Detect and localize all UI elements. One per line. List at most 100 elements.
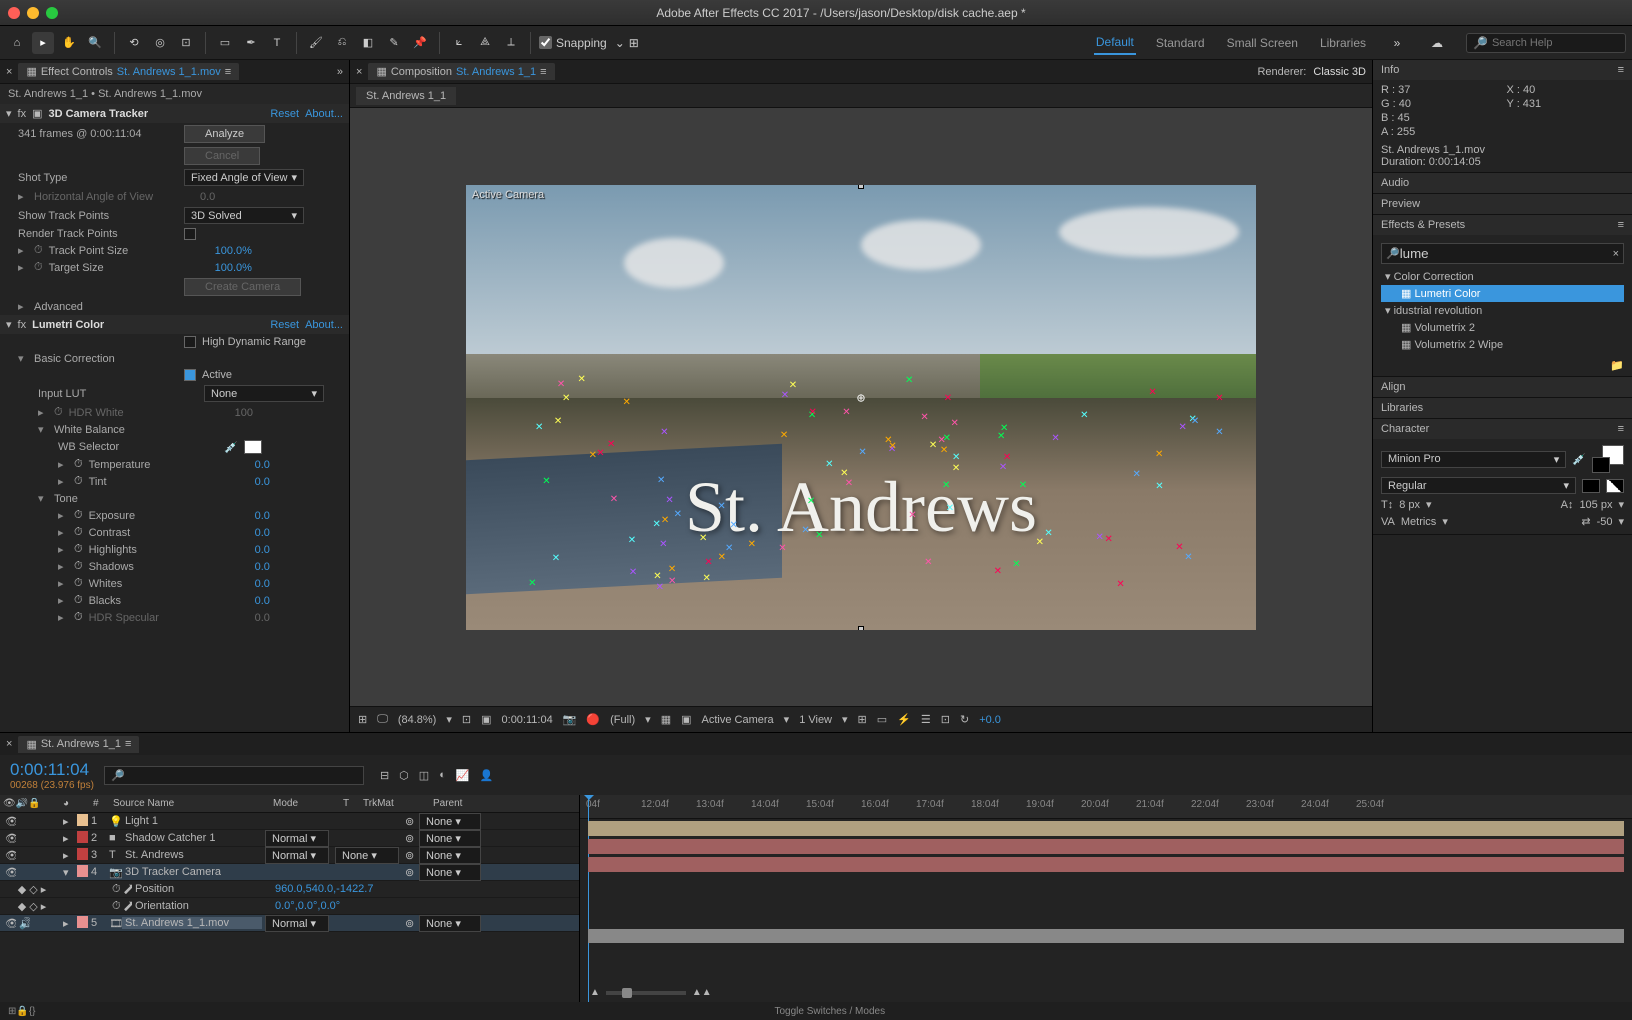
res-icon[interactable]: ⊡ xyxy=(462,713,471,726)
tracker-point[interactable]: ✕ xyxy=(952,454,960,462)
tracker-point[interactable]: ✕ xyxy=(656,584,664,592)
tracker-point[interactable]: ✕ xyxy=(596,450,604,458)
layer-name[interactable]: Shadow Catcher 1 xyxy=(122,832,262,844)
eyedropper-icon[interactable]: 💉 xyxy=(1572,453,1586,466)
snapping-toggle[interactable]: Snapping ⌄ ⊞ xyxy=(539,36,639,50)
tracker-point[interactable]: ✕ xyxy=(952,465,960,473)
tracker-point[interactable]: ✕ xyxy=(607,441,615,449)
parent-dropdown[interactable]: None ▾ xyxy=(419,830,481,847)
time-value[interactable]: 0:00:11:04 xyxy=(502,714,553,726)
fx-icon[interactable]: fx xyxy=(18,108,27,120)
tracker-point[interactable]: ✕ xyxy=(1116,581,1124,589)
eyedropper-icon[interactable]: 💉 xyxy=(224,441,238,454)
help-search-input[interactable] xyxy=(1492,37,1612,49)
comp-inner-tab[interactable]: St. Andrews 1_1 xyxy=(356,87,456,105)
reset-link[interactable]: Reset xyxy=(270,108,299,120)
pan-behind-tool-icon[interactable]: ⊡ xyxy=(175,32,197,54)
mode-dropdown[interactable]: Normal ▾ xyxy=(265,915,329,932)
bg-swatch[interactable] xyxy=(1582,479,1600,493)
font-size-value[interactable]: 8 px xyxy=(1399,499,1420,511)
minimize-window[interactable] xyxy=(27,7,39,19)
graph-editor-icon[interactable]: 📈 xyxy=(456,769,470,782)
tracker-point[interactable]: ✕ xyxy=(808,409,816,417)
audio-panel-title[interactable]: Audio xyxy=(1381,177,1409,189)
tracker-point[interactable]: ✕ xyxy=(938,437,946,445)
show-track-dropdown[interactable]: 3D Solved▾ xyxy=(184,207,304,224)
tracker-point[interactable]: ✕ xyxy=(994,568,1002,576)
panel-overflow-icon[interactable]: » xyxy=(337,66,343,78)
tracker-point[interactable]: ✕ xyxy=(702,575,710,583)
tracker-point[interactable]: ✕ xyxy=(1178,424,1186,432)
track-area[interactable]: 04f12:04f13:04f14:04f15:04f16:04f17:04f1… xyxy=(580,795,1632,1002)
tracker-point[interactable]: ✕ xyxy=(1019,482,1027,490)
swap-swatch[interactable] xyxy=(1606,479,1624,493)
white-balance-label[interactable]: White Balance xyxy=(54,424,214,436)
snapping-options-icon[interactable]: ⌄ xyxy=(615,36,625,50)
tracker-point[interactable]: ✕ xyxy=(554,418,562,426)
tracker-point[interactable]: ✕ xyxy=(1215,429,1223,437)
tracker-point[interactable]: ✕ xyxy=(944,395,952,403)
tracker-point[interactable]: ✕ xyxy=(562,395,570,403)
camera-tool-icon[interactable]: ◎ xyxy=(149,32,171,54)
twirl-icon[interactable]: ▾ xyxy=(6,107,12,120)
prev-tab-icon[interactable]: × xyxy=(356,66,362,78)
tracker-point[interactable]: ✕ xyxy=(674,511,682,519)
tracker-point[interactable]: ✕ xyxy=(807,498,815,506)
renderer-value[interactable]: Classic 3D xyxy=(1313,66,1366,78)
tracker-point[interactable]: ✕ xyxy=(789,382,797,390)
zoom-in-icon[interactable]: ▲▲ xyxy=(692,987,712,998)
layer-row[interactable]: 👁 🔊 ▸ 5 🎞 St. Andrews 1_1.mov Normal ▾ ⊚… xyxy=(0,915,579,932)
tracker-point[interactable]: ✕ xyxy=(1095,534,1103,542)
input-lut-dropdown[interactable]: None▾ xyxy=(204,385,324,402)
tracker-point[interactable]: ✕ xyxy=(1012,561,1020,569)
track-bar-video[interactable] xyxy=(588,929,1624,943)
tracker-point[interactable]: ✕ xyxy=(1175,544,1183,552)
tracker-point[interactable]: ✕ xyxy=(840,470,848,478)
current-timecode[interactable]: 0:00:11:04 xyxy=(10,760,94,780)
transparency-icon[interactable]: ▦ xyxy=(661,713,671,726)
comp-mini-flow-icon[interactable]: ⊟ xyxy=(380,769,389,782)
prop-row-orientation[interactable]: ◆ ◇ ▸ ⏱ ⬈ Orientation 0.0°,0.0°,0.0° xyxy=(0,898,579,915)
tracker-point[interactable]: ✕ xyxy=(552,555,560,563)
pen-tool-icon[interactable]: ✒ xyxy=(240,32,262,54)
tracker-point[interactable]: ✕ xyxy=(748,541,756,549)
hand-tool-icon[interactable]: ✋ xyxy=(58,32,80,54)
leading-value[interactable]: 105 px xyxy=(1579,499,1612,511)
clear-search-icon[interactable]: × xyxy=(1613,248,1619,260)
parent-dropdown[interactable]: None ▾ xyxy=(419,915,481,932)
mode-dropdown[interactable]: Normal ▾ xyxy=(265,830,329,847)
shadows-value[interactable]: 0.0 xyxy=(255,561,270,573)
tracker-point[interactable]: ✕ xyxy=(1184,554,1192,562)
close-tab-icon[interactable]: × xyxy=(6,738,12,750)
help-search[interactable]: 🔎 xyxy=(1466,33,1626,53)
preset-lumetri[interactable]: ▦ Lumetri Color xyxy=(1381,285,1624,302)
effect-3d-camera-tracker[interactable]: ▾ fx ▣ 3D Camera Tracker Reset About... xyxy=(0,104,349,123)
snapping-extra-icon[interactable]: ⊞ xyxy=(629,36,639,50)
layer-row[interactable]: 👁 ▸ 3 T St. Andrews Normal ▾ None ▾ ⊚ No… xyxy=(0,847,579,864)
axis-local-icon[interactable]: ⟀ xyxy=(448,32,470,54)
pixel-aspect-icon[interactable]: ▭ xyxy=(877,713,887,726)
tracker-point[interactable]: ✕ xyxy=(842,409,850,417)
axis-world-icon[interactable]: ⟁ xyxy=(474,32,496,54)
shot-type-dropdown[interactable]: Fixed Angle of View▾ xyxy=(184,169,304,186)
highlights-value[interactable]: 0.0 xyxy=(255,544,270,556)
tracker-point[interactable]: ✕ xyxy=(704,559,712,567)
channel-icon[interactable]: 🔴 xyxy=(586,713,600,726)
draft3d-icon[interactable]: ⬡ xyxy=(399,769,409,782)
tracker-point[interactable]: ✕ xyxy=(578,376,586,384)
frame-blend-icon[interactable]: ◫ xyxy=(419,769,429,782)
tracker-point[interactable]: ✕ xyxy=(660,429,668,437)
zoom-tool-icon[interactable]: 🔍 xyxy=(84,32,106,54)
reset-exposure-icon[interactable]: ↻ xyxy=(960,713,969,726)
composition-viewer[interactable]: Active Camera St. Andrews ✕✕✕✕✕✕✕✕✕✕✕✕✕✕… xyxy=(350,108,1372,706)
tracker-point[interactable]: ✕ xyxy=(717,503,725,511)
tab-menu-icon[interactable]: ≡ xyxy=(540,66,546,78)
tracker-point[interactable]: ✕ xyxy=(668,566,676,574)
tracker-point[interactable]: ✕ xyxy=(999,464,1007,472)
tracker-point[interactable]: ✕ xyxy=(1215,395,1223,403)
tracker-point[interactable]: ✕ xyxy=(542,478,550,486)
expand-icon[interactable]: ⊞ xyxy=(8,1006,16,1017)
tracker-point[interactable]: ✕ xyxy=(920,414,928,422)
new-bin-icon[interactable]: 📁 xyxy=(1610,360,1624,372)
layer-name[interactable]: St. Andrews 1_1.mov xyxy=(122,917,262,929)
